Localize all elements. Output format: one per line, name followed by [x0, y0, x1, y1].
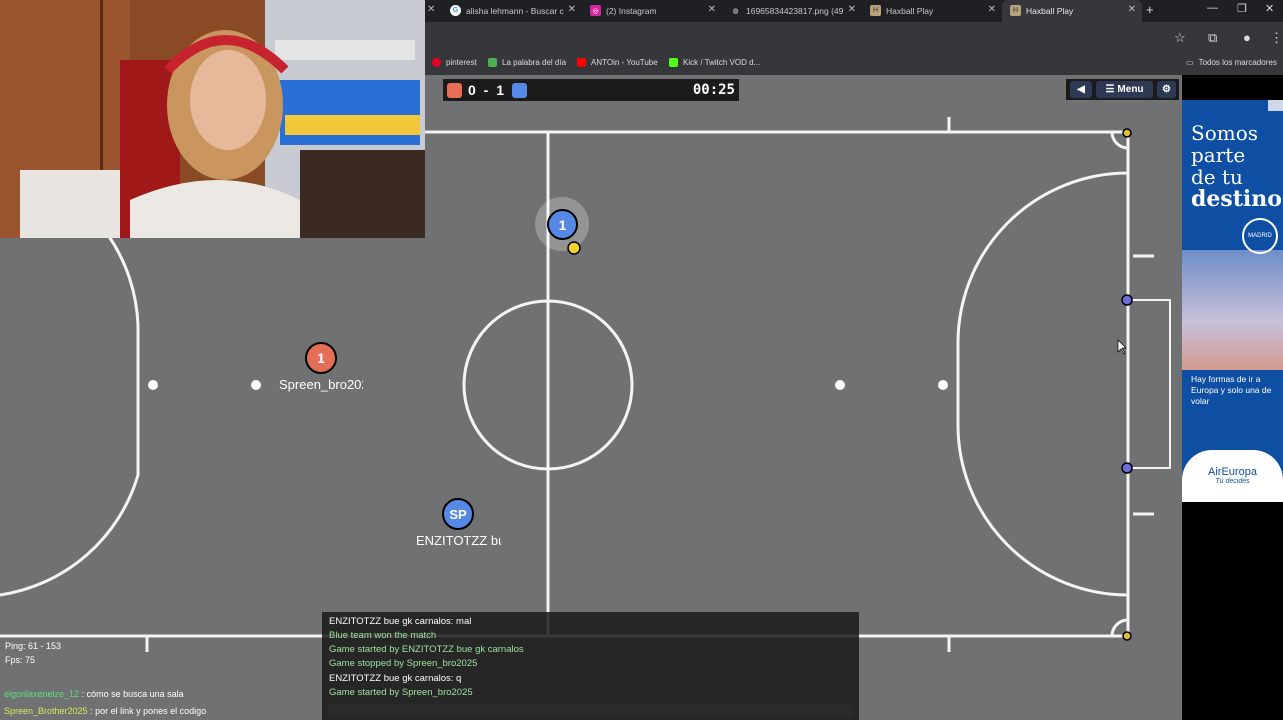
ad-subtext: Hay formas de ir a Europa y solo una de … — [1191, 374, 1272, 406]
ad-logo: AirEuropa Tú decides — [1182, 450, 1283, 502]
chat-line: ENZITOTZZ bue gk carnalos: q — [329, 673, 462, 684]
score: 0 - 1 — [468, 82, 507, 98]
close-icon[interactable]: ✕ — [848, 4, 856, 15]
player-red-1: 1 — [305, 342, 337, 374]
ad-madrid-badge: MADRID — [1242, 218, 1278, 254]
webcam-feed — [0, 0, 425, 238]
folder-icon: ▭ — [1186, 58, 1194, 67]
bookmark-kick[interactable]: Kick / Twitch VOD d... — [669, 58, 760, 67]
extensions-icon[interactable]: ⧉ — [1208, 30, 1217, 46]
ping-readout: Ping: 61 - 153 — [5, 641, 62, 651]
haxball-icon: H — [870, 5, 881, 16]
new-tab-button[interactable]: + — [1146, 2, 1154, 17]
stream-chat-line: Spreen_Brother2025 : por el link y pones… — [4, 706, 207, 716]
player-blue-sp: SP — [442, 498, 474, 530]
chat-line: Blue team won the match — [329, 630, 437, 641]
close-icon[interactable]: ✕ — [708, 4, 716, 15]
more-options-icon[interactable]: ⋮ — [1270, 30, 1283, 46]
profile-icon[interactable]: ● — [1243, 30, 1251, 45]
bookmark-youtube[interactable]: ANTOin - YouTube — [577, 58, 658, 67]
menu-button[interactable]: ☰ Menu — [1096, 81, 1153, 98]
player-name-blue: ENZITOTZZ bue gk carnalos — [416, 533, 501, 548]
tab-instagram[interactable]: ◎ (2) Instagram ✕ — [582, 0, 722, 22]
palabra-icon — [488, 58, 497, 67]
sound-button[interactable]: ◀ — [1070, 81, 1092, 98]
google-icon: G — [450, 5, 461, 16]
tab-haxball-1[interactable]: H Haxball Play ✕ — [862, 0, 1002, 22]
chat-line: Game started by Spreen_bro2025 — [329, 687, 473, 698]
webcam-overlay — [0, 0, 425, 238]
ad-illustration — [1182, 250, 1283, 370]
scoreboard: 0 - 1 00:25 — [443, 79, 739, 101]
maximize-icon[interactable]: ❐ — [1237, 2, 1247, 15]
youtube-icon — [577, 58, 586, 67]
kick-icon — [669, 58, 678, 67]
settings-button[interactable]: ⚙ — [1157, 81, 1176, 98]
bookmark-pinterest[interactable]: pinterest — [432, 58, 477, 67]
instagram-icon: ◎ — [590, 5, 601, 16]
hamburger-icon: ☰ — [1105, 84, 1115, 95]
chat-line: Game started by ENZITOTZZ bue gk carnalo… — [329, 644, 524, 655]
globe-icon: ◍ — [732, 7, 739, 15]
haxball-icon: H — [1010, 5, 1021, 16]
pinterest-icon — [432, 58, 441, 67]
player-name-red: Spreen_bro2025 — [279, 377, 363, 392]
chat-line: ENZITOTZZ bue gk carnalos: mal — [329, 616, 472, 627]
bookmark-palabra[interactable]: La palabra del día — [488, 58, 566, 67]
gear-icon: ⚙ — [1162, 84, 1171, 95]
chat-line: Game stopped by Spreen_bro2025 — [329, 658, 478, 669]
close-icon[interactable]: ✕ — [988, 4, 996, 15]
airеuropa-ad[interactable]: Somos parte de tu destino MADRID Hay for… — [1182, 100, 1283, 502]
minimize-icon[interactable]: — — [1207, 2, 1218, 14]
tab-google[interactable]: G alisha lehmann - Buscar c ✕ — [442, 0, 582, 22]
game-menu-bar: ◀ ☰ Menu ⚙ — [1066, 79, 1179, 100]
tab-haxball-active[interactable]: H Haxball Play ✕ — [1002, 0, 1142, 22]
tab-close-prev[interactable]: ✕ — [427, 4, 435, 15]
fps-readout: Fps: 75 — [5, 655, 36, 665]
ad-info-icon[interactable] — [1268, 100, 1283, 111]
stream-chat-line: elgorilaxeneize_12 : cómo se busca una s… — [4, 689, 184, 699]
game-chat: ENZITOTZZ bue gk carnalos: mal Blue team… — [322, 612, 859, 720]
blue-team-icon — [512, 83, 527, 98]
close-icon[interactable]: ✕ — [1128, 4, 1136, 15]
match-timer: 00:25 — [692, 82, 735, 98]
bookmark-folder-all[interactable]: ▭ Todos los marcadores — [1186, 58, 1277, 67]
star-icon[interactable]: ☆ — [1174, 30, 1186, 46]
close-window-icon[interactable]: ✕ — [1265, 2, 1274, 15]
chat-input[interactable] — [329, 704, 853, 716]
close-icon[interactable]: ✕ — [568, 4, 576, 15]
ad-headline: Somos parte de tu destino — [1191, 121, 1282, 212]
tab-image[interactable]: ◍ 16965834423817.png (49 ✕ — [722, 0, 862, 22]
red-team-icon — [447, 83, 462, 98]
player-blue-1: 1 — [547, 209, 578, 240]
